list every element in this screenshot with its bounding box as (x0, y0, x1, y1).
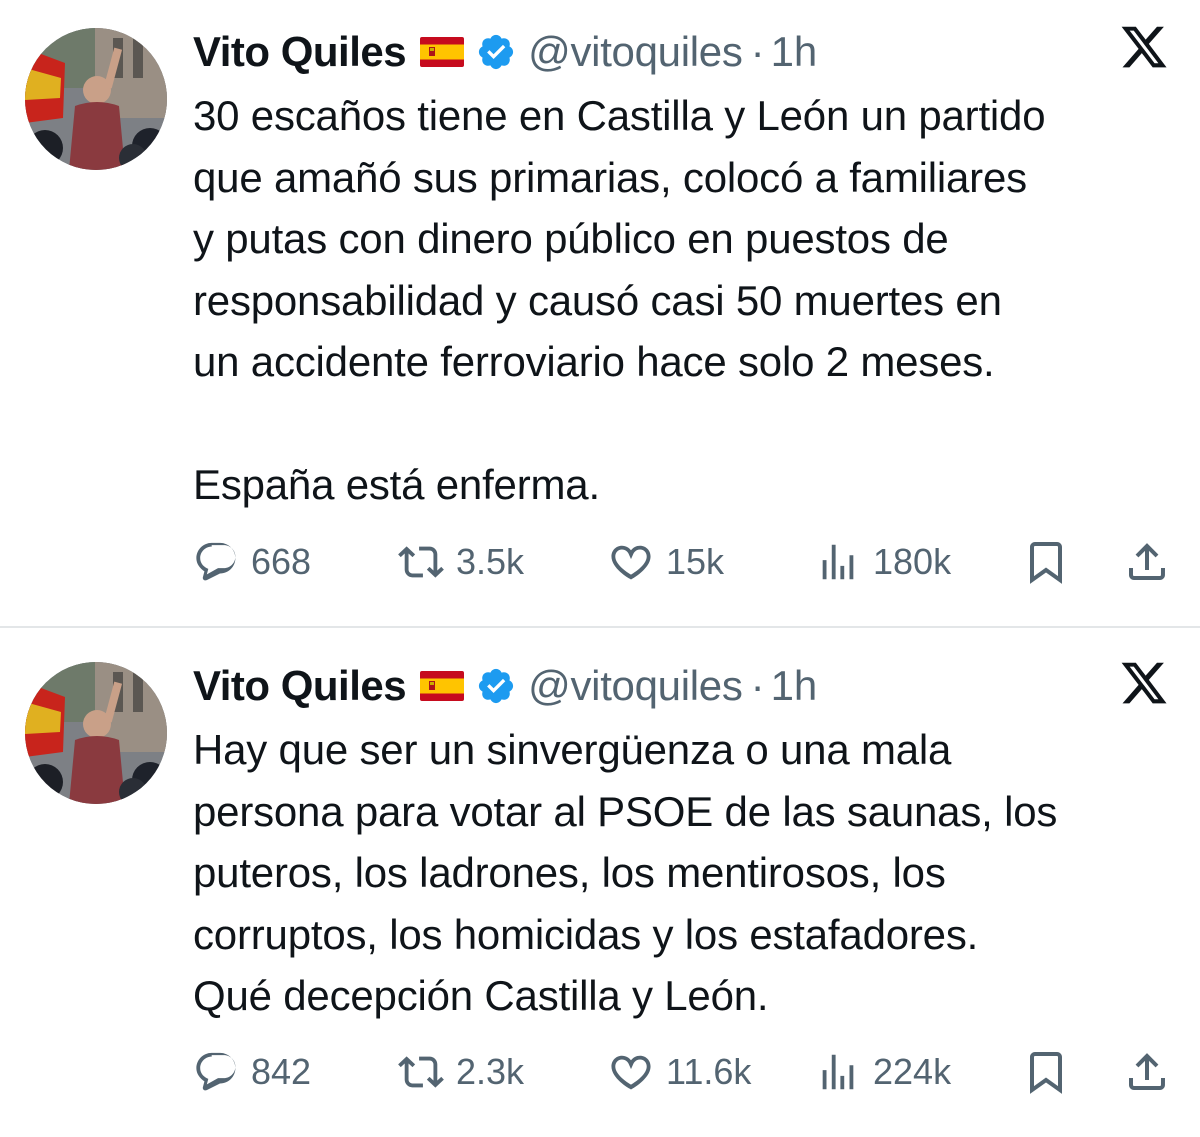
views-button[interactable]: 224k (815, 1042, 951, 1102)
views-count: 224k (873, 1051, 952, 1092)
x-logo-icon (1118, 658, 1170, 708)
repost-icon (398, 539, 444, 585)
repost-button[interactable]: 3.5k (398, 532, 524, 592)
action-bar: 668 3.5k 15k 180k (0, 532, 1200, 592)
like-button[interactable]: 15k (608, 532, 724, 592)
share-icon (1123, 538, 1171, 586)
tweet-header: Vito Quiles @vitoquiles · 1h (193, 656, 817, 716)
timestamp[interactable]: 1h (771, 28, 818, 76)
display-name[interactable]: Vito Quiles (193, 662, 407, 710)
reply-button[interactable]: 668 (193, 532, 311, 592)
tweet-text: Hay que ser un sinvergüenza o una mala p… (193, 726, 1058, 1019)
tweet-text: 30 escaños tiene en Castilla y León un p… (193, 92, 1046, 508)
separator-dot: · (750, 662, 765, 709)
reply-count: 668 (251, 541, 312, 582)
repost-count: 2.3k (456, 1051, 525, 1092)
tweet[interactable]: Vito Quiles @vitoquiles · 1h 30 escaños … (0, 0, 1200, 626)
avatar[interactable] (25, 28, 167, 170)
tweet[interactable]: Vito Quiles @vitoquiles · 1h Hay que ser… (0, 628, 1200, 1137)
reply-icon (193, 539, 239, 585)
display-name[interactable]: Vito Quiles (193, 28, 407, 76)
views-chart-icon (815, 1049, 861, 1095)
separator-dot: · (750, 28, 765, 75)
reply-icon (193, 1049, 239, 1095)
verified-badge-icon[interactable] (476, 32, 516, 72)
spain-flag-icon (420, 671, 464, 701)
share-button[interactable] (1123, 1042, 1171, 1102)
like-count: 11.6k (666, 1051, 752, 1092)
verified-badge-icon[interactable] (476, 666, 516, 706)
reply-button[interactable]: 842 (193, 1042, 311, 1102)
spain-flag-icon (420, 37, 464, 67)
share-icon (1123, 1048, 1171, 1096)
tweet-header: Vito Quiles @vitoquiles · 1h (193, 22, 817, 82)
timestamp[interactable]: 1h (771, 662, 818, 710)
like-button[interactable]: 11.6k (608, 1042, 751, 1102)
action-bar: 842 2.3k 11.6k 224k (0, 1042, 1200, 1102)
user-handle[interactable]: @vitoquiles (528, 662, 743, 710)
reply-count: 842 (251, 1051, 312, 1092)
bookmark-button[interactable] (1022, 1042, 1070, 1102)
heart-icon (608, 539, 654, 585)
repost-count: 3.5k (456, 541, 525, 582)
like-count: 15k (666, 541, 725, 582)
views-count: 180k (873, 541, 952, 582)
avatar[interactable] (25, 662, 167, 804)
x-logo-icon (1118, 22, 1170, 72)
user-handle[interactable]: @vitoquiles (528, 28, 743, 76)
bookmark-button[interactable] (1022, 532, 1070, 592)
views-button[interactable]: 180k (815, 532, 951, 592)
views-chart-icon (815, 539, 861, 585)
share-button[interactable] (1123, 532, 1171, 592)
heart-icon (608, 1049, 654, 1095)
repost-button[interactable]: 2.3k (398, 1042, 524, 1102)
bookmark-icon (1022, 1048, 1070, 1096)
bookmark-icon (1022, 538, 1070, 586)
repost-icon (398, 1049, 444, 1095)
